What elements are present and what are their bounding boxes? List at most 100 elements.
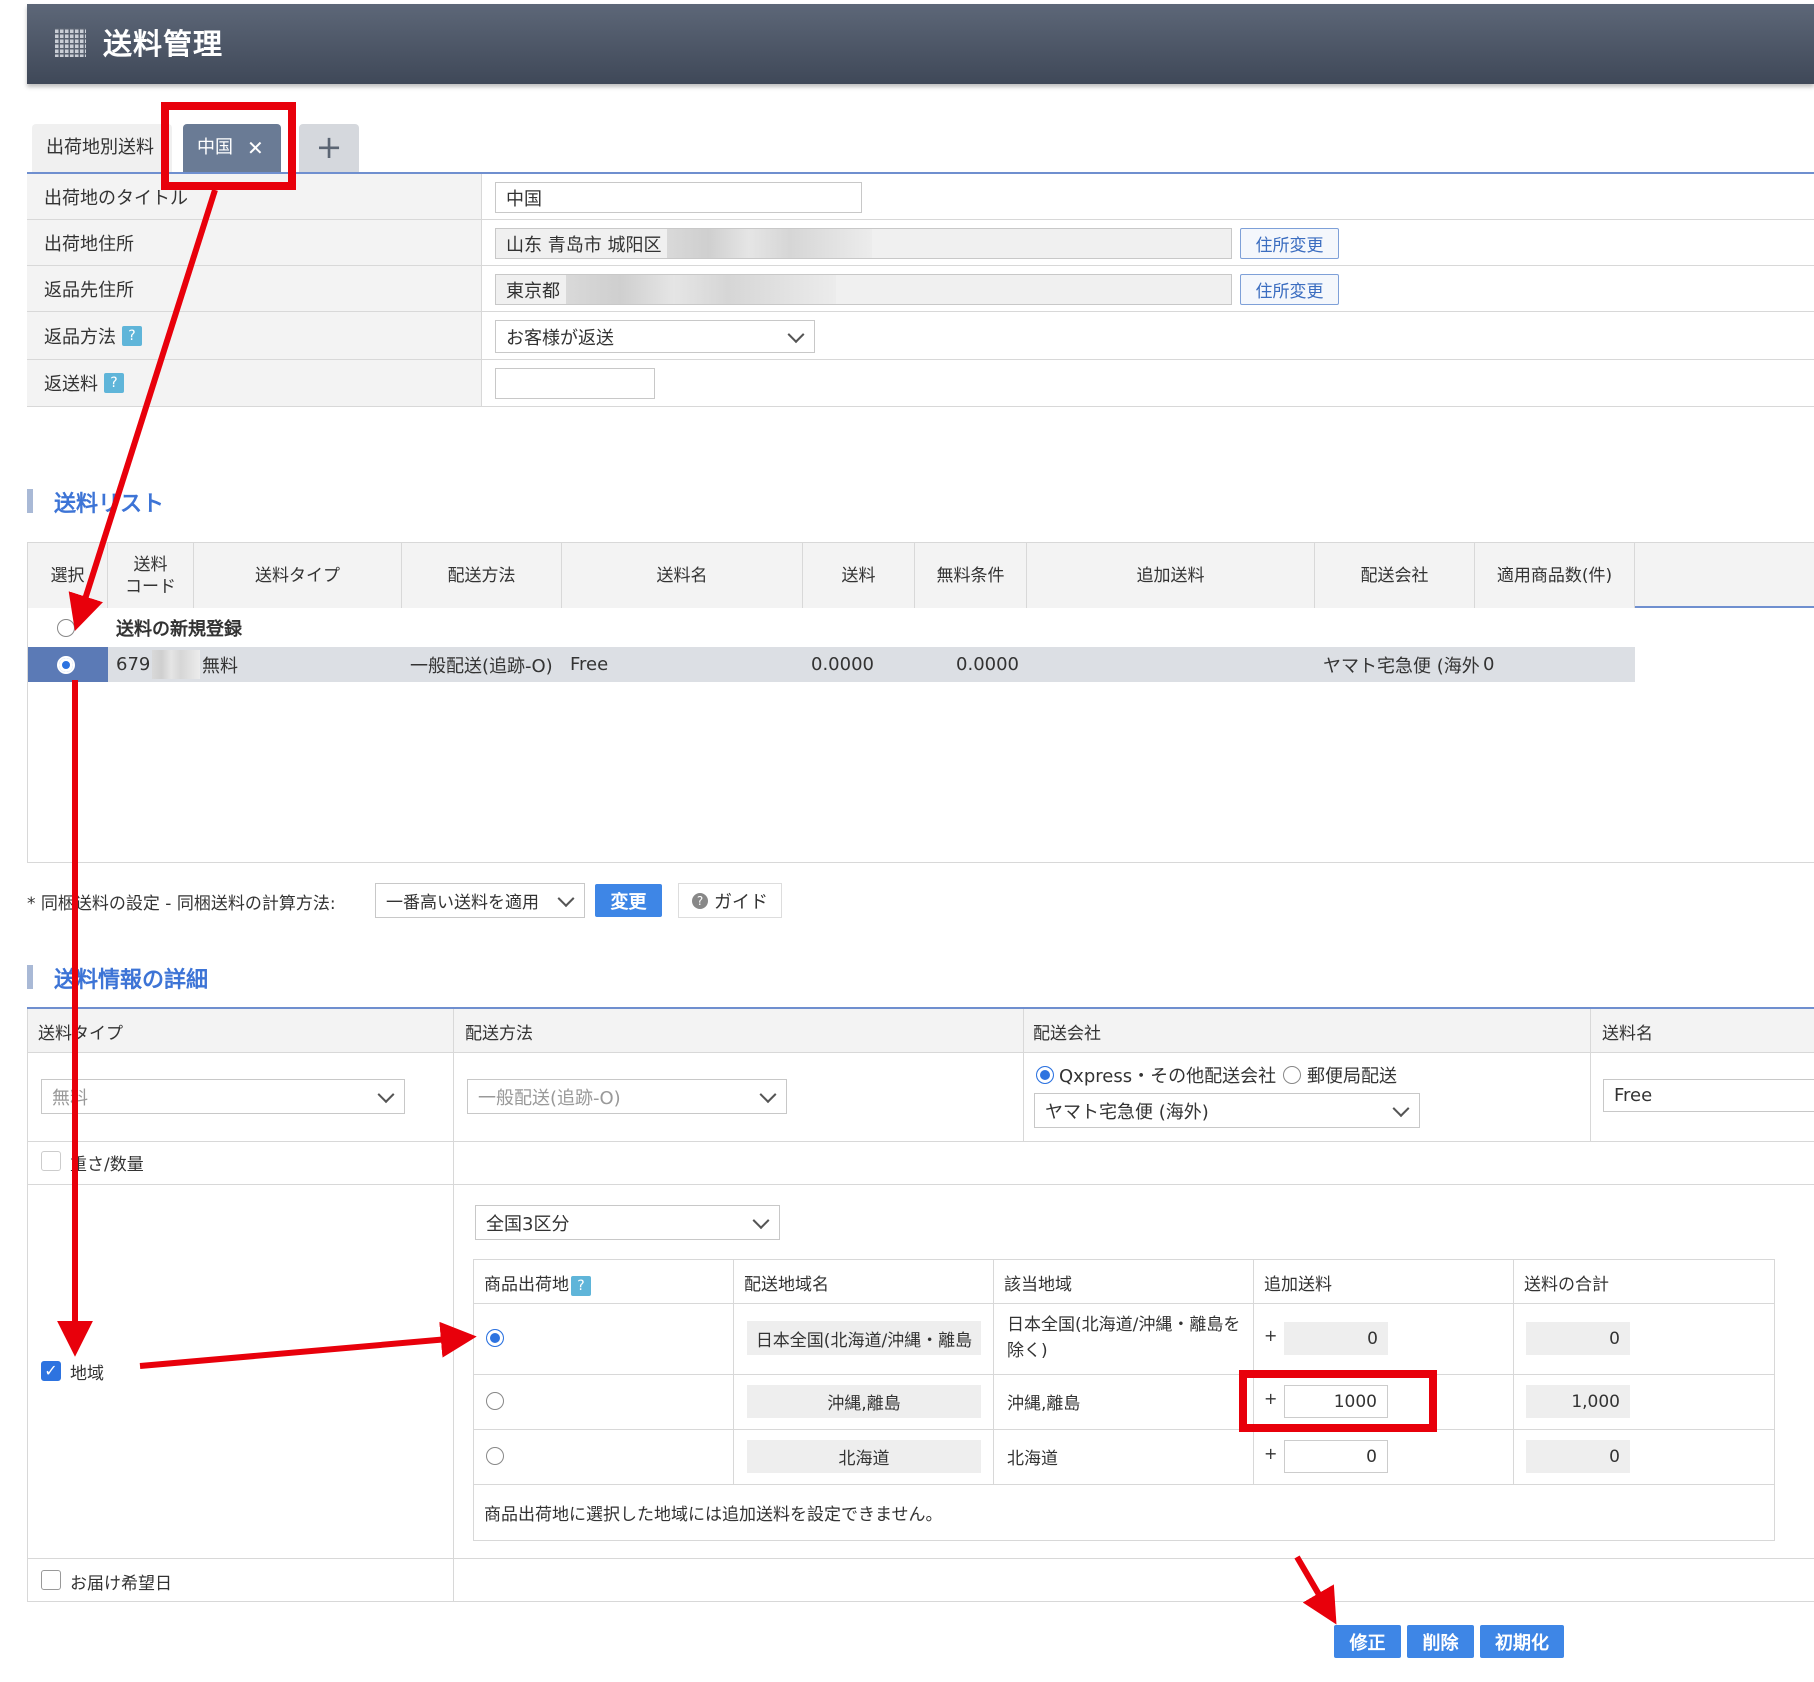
bundle-method-select[interactable]: 一番高い送料を適用	[375, 883, 585, 918]
col-free-cond: 無料条件	[915, 543, 1027, 608]
chevron-down-icon	[557, 889, 575, 907]
weight-label: 重さ/数量	[70, 1155, 144, 1175]
region-col-origin-text: 商品出荷地	[484, 1275, 569, 1295]
close-icon[interactable]: ✕	[247, 124, 264, 172]
origin-address-value: 山东 青岛市 城阳区	[506, 234, 662, 256]
origin-address-label-text: 出荷地住所	[44, 233, 134, 255]
delivery-method-select[interactable]: 一般配送(追跡-O)	[467, 1079, 787, 1114]
return-address-value: 東京都	[506, 280, 560, 302]
page-title: 送料管理	[103, 27, 224, 61]
region-extra-input-2[interactable]: 1000	[1284, 1385, 1388, 1418]
divider	[1590, 1009, 1591, 1141]
return-method-select[interactable]: お客様が返送	[495, 320, 815, 353]
delete-button[interactable]: 削除	[1407, 1625, 1474, 1658]
divider	[1513, 1260, 1514, 1484]
plus-2: +	[1264, 1389, 1278, 1408]
carrier-select[interactable]: ヤマト宅急便 (海外)	[1034, 1093, 1420, 1128]
redacted-block	[566, 275, 836, 304]
divider	[474, 1374, 1774, 1375]
divider	[28, 1558, 1814, 1559]
guide-button[interactable]: ? ガイド	[678, 883, 782, 918]
row-carrier: ヤマト宅急便 (海外	[1323, 655, 1480, 677]
region-total-2: 1,000	[1526, 1385, 1630, 1418]
return-method-value: お客様が返送	[506, 327, 614, 349]
help-icon[interactable]: ?	[104, 373, 124, 393]
region-name-1: 日本全国(北海道/沖縄・離島	[747, 1321, 981, 1355]
return-fee-row	[482, 360, 1814, 407]
return-method-label-text: 返品方法	[44, 326, 116, 348]
carrier-post-radio[interactable]	[1283, 1066, 1301, 1084]
region-area-2: 沖縄,離島	[1007, 1394, 1081, 1414]
detail-col-name: 送料名	[1602, 1024, 1653, 1044]
section-marker	[27, 489, 33, 513]
region-area-3: 北海道	[1007, 1449, 1058, 1469]
return-address-label-text: 返品先住所	[44, 279, 134, 301]
help-icon[interactable]: ?	[122, 325, 142, 346]
new-fee-radio[interactable]	[57, 619, 75, 637]
carrier-qxpress-radio[interactable]	[1036, 1066, 1054, 1084]
origin-title-input[interactable]: 中国	[495, 182, 862, 213]
page-header	[27, 4, 1814, 84]
region-origin-radio[interactable]	[486, 1447, 504, 1465]
col-fee: 送料	[803, 543, 915, 608]
tab-shipping-by-origin[interactable]: 出荷地別送料	[32, 124, 172, 172]
new-fee-label: 送料の新規登録	[116, 619, 242, 640]
region-division-select[interactable]: 全国3区分	[475, 1205, 780, 1240]
help-circle-icon: ?	[692, 892, 708, 909]
origin-address-label: 出荷地住所	[27, 220, 482, 266]
region-label: 地域	[70, 1364, 104, 1384]
fee-type-select[interactable]: 無料	[41, 1079, 405, 1114]
region-checkbox[interactable]: ✓	[41, 1361, 61, 1381]
col-code: 送料 コード	[108, 543, 194, 608]
region-total-3: 0	[1526, 1440, 1630, 1473]
carrier-post-label: 郵便局配送	[1307, 1066, 1397, 1087]
origin-title-label: 出荷地のタイトル	[27, 174, 482, 220]
carrier-qxpress-label: Qxpress・その他配送会社	[1059, 1066, 1277, 1087]
region-col-extra: 追加送料	[1264, 1275, 1332, 1295]
carrier-select-value: ヤマト宅急便 (海外)	[1045, 1101, 1209, 1123]
region-origin-radio[interactable]	[486, 1392, 504, 1410]
change-origin-address-button[interactable]: 住所変更	[1240, 228, 1339, 259]
region-extra-input-3[interactable]: 0	[1284, 1440, 1388, 1473]
add-tab-button[interactable]: +	[299, 124, 359, 172]
region-origin-radio[interactable]	[486, 1329, 504, 1347]
col-name: 送料名	[562, 543, 803, 608]
weight-checkbox[interactable]	[41, 1151, 61, 1171]
row-select-radio[interactable]	[57, 656, 75, 674]
delivery-date-checkbox[interactable]	[41, 1570, 61, 1590]
origin-address-field: 山东 青岛市 城阳区	[495, 228, 1232, 259]
bundle-change-button[interactable]: 変更	[595, 884, 662, 917]
help-icon[interactable]: ?	[571, 1276, 591, 1296]
return-fee-input[interactable]	[495, 368, 655, 399]
row-fee: 0.0000	[811, 654, 874, 675]
col-method: 配送方法	[402, 543, 562, 608]
return-fee-label: 返送料?	[27, 360, 482, 407]
row-name: Free	[570, 654, 609, 675]
row-free-cond: 0.0000	[956, 654, 1019, 675]
col-select: 選択	[28, 543, 108, 608]
region-total-1: 0	[1526, 1322, 1630, 1355]
chevron-down-icon	[377, 1085, 395, 1103]
divider	[1023, 1009, 1024, 1141]
row-type: 無料	[202, 655, 238, 677]
region-col-name: 配送地域名	[744, 1275, 829, 1295]
col-count: 適用商品数(件)	[1475, 543, 1635, 608]
divider	[28, 1184, 1814, 1185]
return-address-field: 東京都	[495, 274, 1232, 305]
reset-button[interactable]: 初期化	[1480, 1625, 1564, 1658]
edit-button[interactable]: 修正	[1334, 1625, 1401, 1658]
bundle-method-value: 一番高い送料を適用	[386, 893, 539, 913]
delivery-date-label: お届け希望日	[70, 1574, 172, 1594]
fee-name-input[interactable]: Free	[1603, 1079, 1814, 1112]
row-code-value: 679	[116, 654, 151, 675]
divider	[453, 1141, 454, 1602]
divider	[453, 1009, 454, 1141]
region-name-3: 北海道	[747, 1440, 981, 1473]
tab-china[interactable]: 中国 ✕	[183, 124, 281, 172]
detail-header	[28, 1009, 1814, 1053]
col-carrier: 配送会社	[1315, 543, 1475, 608]
region-division-value: 全国3区分	[486, 1213, 570, 1235]
change-return-address-button[interactable]: 住所変更	[1240, 274, 1339, 305]
plus-3: +	[1264, 1444, 1278, 1463]
col-type: 送料タイプ	[194, 543, 402, 608]
